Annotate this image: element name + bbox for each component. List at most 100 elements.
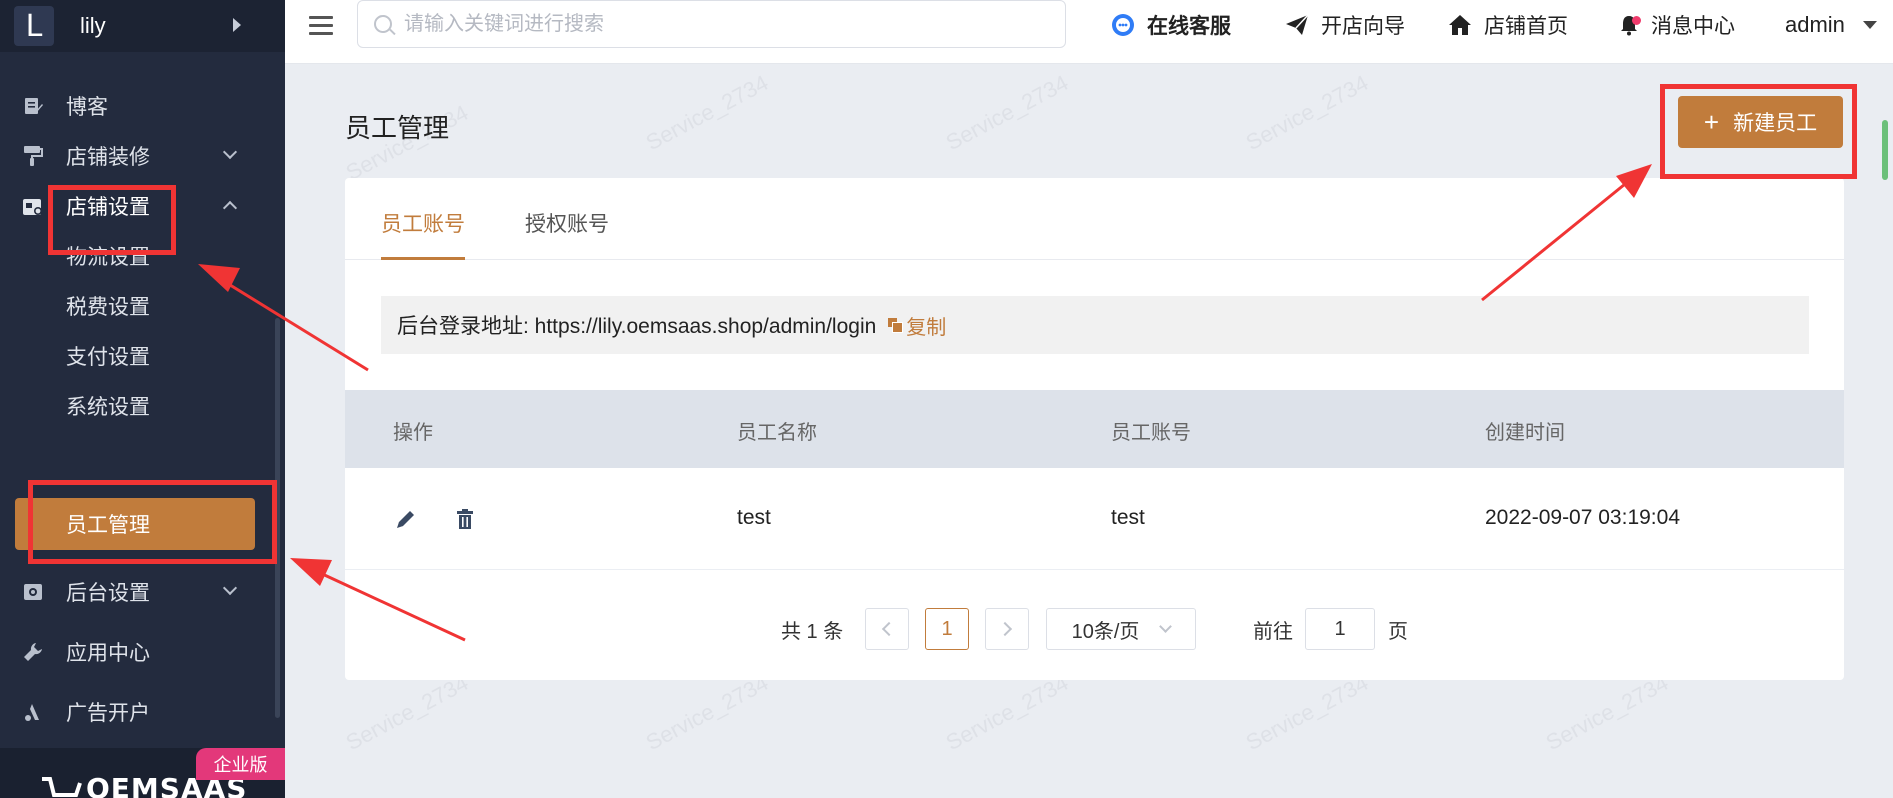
paint-roller-icon	[22, 145, 44, 167]
sidebar-subitem-payment[interactable]: 支付设置	[0, 334, 285, 378]
plus-icon: +	[1703, 106, 1720, 137]
brand-bar: L lily	[0, 0, 285, 52]
arrowhead-staff-management	[290, 558, 332, 586]
new-staff-button[interactable]: + 新建员工	[1678, 96, 1843, 148]
search-input[interactable]	[404, 12, 1044, 36]
chevron-right-icon	[997, 621, 1013, 637]
store-settings-icon	[22, 195, 44, 217]
user-menu[interactable]: admin	[1785, 10, 1877, 40]
page-number-current[interactable]: 1	[925, 608, 969, 650]
message-center-link[interactable]: 消息中心	[1619, 10, 1735, 40]
sidebar: L lily 博客 店铺装修 店铺设置 物流设置 税费设置 支付设置 系统设置 …	[0, 0, 285, 798]
store-guide-label: 开店向导	[1321, 15, 1405, 38]
search-box[interactable]	[357, 0, 1066, 48]
goto-page-input[interactable]: 1	[1305, 608, 1375, 650]
sidebar-item-label: 支付设置	[66, 346, 150, 369]
sidebar-item-label: 博客	[66, 96, 108, 119]
sidebar-item-label: 税费设置	[66, 296, 150, 319]
home-icon	[1448, 14, 1472, 36]
gear-icon	[22, 581, 44, 603]
sidebar-item-admin-settings[interactable]: 后台设置	[0, 570, 285, 614]
column-header-actions: 操作	[393, 422, 433, 444]
sidebar-item-store-settings[interactable]: 店铺设置	[0, 184, 285, 228]
page-size-select[interactable]: 10条/页	[1046, 608, 1196, 650]
chevron-down-icon	[222, 144, 238, 160]
chevron-left-icon	[881, 621, 897, 637]
sidebar-item-label: 后台设置	[66, 582, 150, 605]
next-page-button[interactable]	[985, 608, 1029, 650]
column-header-account: 员工账号	[1111, 422, 1191, 444]
edit-icon	[22, 95, 44, 117]
paper-plane-icon	[1285, 14, 1309, 36]
active-tab-indicator	[381, 257, 465, 260]
goto-label: 前往	[1253, 620, 1293, 643]
watermark: Service_2734	[1241, 669, 1373, 756]
store-home-label: 店铺首页	[1484, 15, 1568, 38]
page-title: 员工管理	[345, 113, 450, 143]
page-suffix: 页	[1388, 620, 1408, 643]
watermark: Service_2734	[941, 669, 1073, 756]
cell-created-time: 2022-09-07 03:19:04	[1485, 506, 1680, 529]
sidebar-scrollbar[interactable]	[275, 318, 280, 718]
chat-icon	[1111, 13, 1135, 37]
watermark: Service_2734	[341, 669, 473, 756]
sidebar-item-label: 应用中心	[66, 642, 150, 665]
sidebar-subitem-system[interactable]: 系统设置	[0, 384, 285, 428]
tab-staff-accounts[interactable]: 员工账号	[381, 208, 465, 238]
sidebar-item-store-decoration[interactable]: 店铺装修	[0, 134, 285, 178]
menu-toggle-icon[interactable]	[309, 16, 333, 36]
copy-link[interactable]: 复制	[888, 311, 946, 340]
sidebar-item-label: 员工管理	[66, 514, 150, 537]
brand-logo: L	[14, 6, 54, 46]
chevron-down-icon	[222, 580, 238, 596]
search-icon	[374, 15, 392, 33]
brand-name: lily	[80, 13, 106, 38]
login-url-bar: 后台登录地址: https://lily.oemsaas.shop/admin/…	[381, 296, 1809, 354]
watermark: Service_2734	[641, 69, 773, 156]
table-header: 操作 员工名称 员工账号 创建时间	[345, 390, 1844, 468]
message-center-label: 消息中心	[1651, 15, 1735, 38]
prev-page-button[interactable]	[865, 608, 909, 650]
sidebar-item-label: 广告开户	[66, 702, 150, 725]
tab-bar: 员工账号 授权账号	[345, 178, 1844, 260]
copy-label: 复制	[906, 316, 947, 339]
chevron-up-icon	[222, 200, 238, 216]
sidebar-item-blog[interactable]: 博客	[0, 84, 285, 128]
store-guide-link[interactable]: 开店向导	[1285, 10, 1405, 40]
staff-card: 员工账号 授权账号 后台登录地址: https://lily.oemsaas.s…	[345, 178, 1844, 680]
tab-authorized-accounts[interactable]: 授权账号	[525, 208, 609, 238]
cell-staff-name: test	[737, 506, 771, 529]
sidebar-item-label: 店铺装修	[66, 146, 150, 169]
caret-down-icon	[1862, 21, 1877, 29]
new-staff-label: 新建员工	[1733, 112, 1818, 135]
sidebar-subitem-logistics[interactable]: 物流设置	[0, 234, 285, 278]
sidebar-toggle-icon[interactable]	[233, 18, 241, 32]
wrench-icon	[22, 641, 44, 663]
top-header: 在线客服 开店向导 店铺首页 消息中心 admin	[285, 0, 1893, 64]
cell-staff-account: test	[1111, 506, 1145, 529]
table-row: test test 2022-09-07 03:19:04	[345, 468, 1844, 570]
sidebar-subitem-tax[interactable]: 税费设置	[0, 284, 285, 328]
store-home-link[interactable]: 店铺首页	[1448, 10, 1568, 40]
column-header-name: 员工名称	[737, 422, 817, 444]
sidebar-item-label: 系统设置	[66, 396, 150, 419]
page-scrollbar[interactable]	[1882, 120, 1888, 180]
login-url-text: 后台登录地址: https://lily.oemsaas.shop/admin/…	[397, 315, 877, 338]
copy-icon	[888, 318, 904, 333]
sidebar-subitem-staff-management[interactable]: 员工管理	[15, 498, 255, 550]
cart-logo-icon	[42, 777, 82, 797]
trash-icon[interactable]	[455, 508, 475, 535]
edition-badge: 企业版	[196, 748, 285, 780]
page-size-value: 10条/页	[1071, 620, 1140, 643]
ads-icon	[22, 701, 44, 723]
sidebar-item-ads[interactable]: 广告开户	[0, 690, 285, 734]
online-service-label: 在线客服	[1147, 15, 1231, 38]
chevron-down-icon	[1159, 620, 1173, 633]
edit-pencil-icon[interactable]	[395, 508, 417, 535]
watermark: Service_2734	[1541, 669, 1673, 756]
sidebar-item-app-center[interactable]: 应用中心	[0, 630, 285, 674]
user-name: admin	[1785, 12, 1845, 37]
column-header-created: 创建时间	[1485, 422, 1565, 444]
online-service-link[interactable]: 在线客服	[1111, 10, 1231, 40]
sidebar-item-label: 店铺设置	[66, 196, 150, 219]
